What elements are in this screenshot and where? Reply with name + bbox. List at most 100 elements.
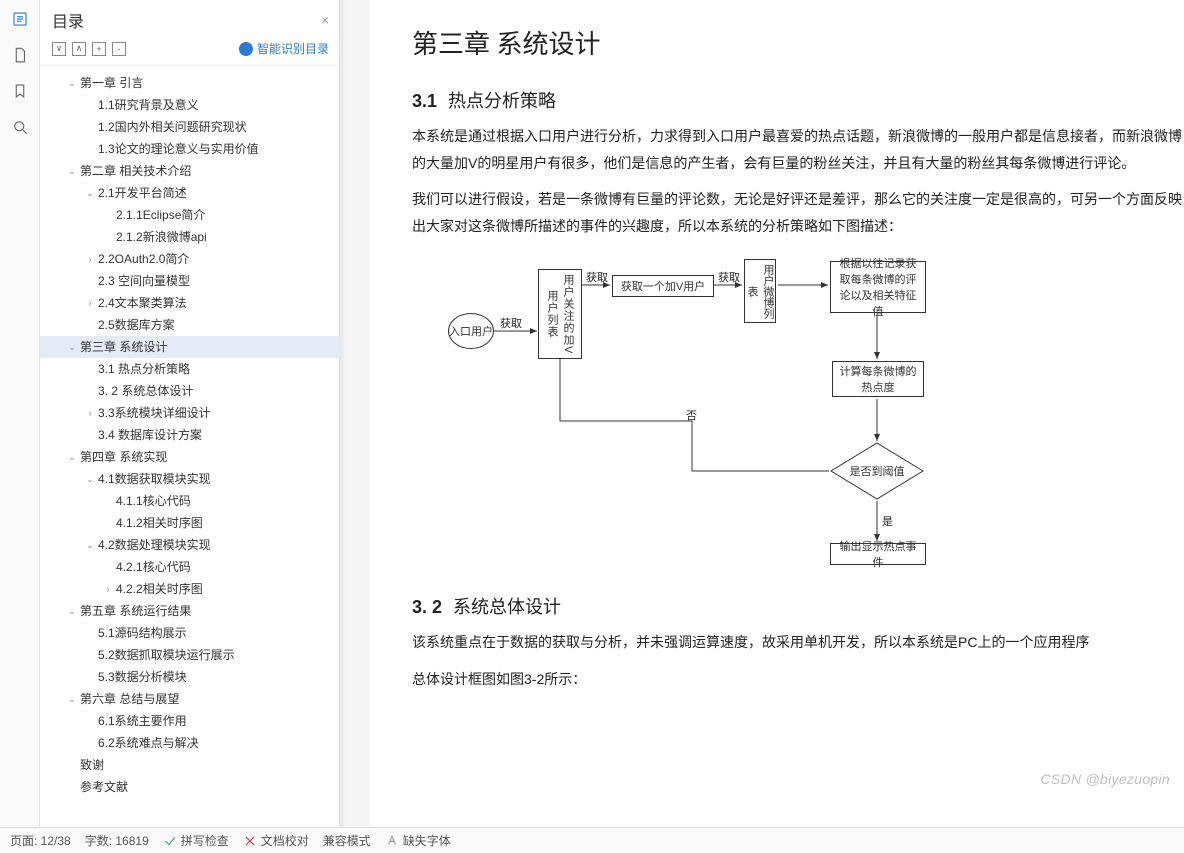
- edge-label: 获取: [500, 315, 522, 331]
- flow-get-one-v: 获取一个加V用户: [612, 275, 714, 297]
- status-spellcheck[interactable]: 拼写检查: [163, 832, 229, 849]
- outline-item[interactable]: ›4.2.2相关时序图: [40, 578, 339, 600]
- status-words[interactable]: 字数: 16819: [85, 832, 149, 849]
- outline-item[interactable]: ·4.1.1核心代码: [40, 490, 339, 512]
- expand-all-button[interactable]: ∧: [72, 42, 86, 56]
- smart-outline-button[interactable]: 智能识别目录: [239, 40, 329, 57]
- outline-item-label: 2.1.2新浪微博api: [116, 228, 207, 246]
- outline-item[interactable]: ·3.4 数据库设计方案: [40, 424, 339, 446]
- outline-item-label: 4.1.2相关时序图: [116, 514, 203, 532]
- chevron-right-icon[interactable]: ›: [84, 253, 96, 265]
- outline-item[interactable]: ·5.2数据抓取模块运行展示: [40, 644, 339, 666]
- outline-item-label: 5.1源码结构展示: [98, 624, 187, 642]
- outline-item[interactable]: ›2.2OAuth2.0简介: [40, 248, 339, 270]
- outline-item[interactable]: ⌄4.1数据获取模块实现: [40, 468, 339, 490]
- flow-threshold: 是否到阈值: [829, 441, 925, 501]
- outline-item[interactable]: ·2.1.1Eclipse简介: [40, 204, 339, 226]
- status-compat[interactable]: 兼容模式: [323, 832, 371, 849]
- outline-item[interactable]: ·1.2国内外相关问题研究现状: [40, 116, 339, 138]
- chevron-down-icon[interactable]: ⌄: [66, 165, 78, 177]
- status-proofread[interactable]: 文档校对: [243, 832, 309, 849]
- outline-item[interactable]: ⌄4.2数据处理模块实现: [40, 534, 339, 556]
- page-icon[interactable]: [11, 46, 29, 64]
- outline-item-label: 3.4 数据库设计方案: [98, 426, 202, 444]
- outline-item[interactable]: ⌄第五章 系统运行结果: [40, 600, 339, 622]
- outline-item[interactable]: ⌄第一章 引言: [40, 72, 339, 94]
- remove-level-button[interactable]: -: [112, 42, 126, 56]
- paragraph: 我们可以进行假设，若是一条微博有巨量的评论数，无论是好评还是差评，那么它的关注度…: [412, 186, 1184, 239]
- outline-item[interactable]: ·致谢: [40, 754, 339, 776]
- flow-listv: 用户关注的加V用户列表: [538, 269, 582, 359]
- outline-item[interactable]: ⌄第三章 系统设计: [40, 336, 339, 358]
- outline-item[interactable]: ·3.1 热点分析策略: [40, 358, 339, 380]
- flow-calc-hot: 计算每条微博的热点度: [832, 361, 924, 397]
- outline-item-label: 1.3论文的理论意义与实用价值: [98, 140, 259, 158]
- document-viewport[interactable]: 第三章 系统设计 3.1 热点分析策略 本系统是通过根据入口用户进行分析，力求得…: [340, 0, 1184, 827]
- chevron-right-icon[interactable]: ›: [84, 407, 96, 419]
- outline-item[interactable]: ·5.1源码结构展示: [40, 622, 339, 644]
- outline-item[interactable]: ·2.1.2新浪微博api: [40, 226, 339, 248]
- outline-item-label: 5.2数据抓取模块运行展示: [98, 646, 235, 664]
- chevron-down-icon[interactable]: ⌄: [66, 605, 78, 617]
- outline-item[interactable]: ·4.2.1核心代码: [40, 556, 339, 578]
- bookmark-icon[interactable]: [11, 82, 29, 100]
- chevron-down-icon[interactable]: ⌄: [84, 187, 96, 199]
- section-3-1-title: 3.1 热点分析策略: [412, 87, 1184, 113]
- outline-item[interactable]: ·2.5数据库方案: [40, 314, 339, 336]
- chevron-down-icon[interactable]: ⌄: [66, 451, 78, 463]
- outline-tree[interactable]: ⌄第一章 引言·1.1研究背景及意义·1.2国内外相关问题研究现状·1.3论文的…: [40, 66, 339, 827]
- outline-item[interactable]: ·4.1.2相关时序图: [40, 512, 339, 534]
- outline-item-label: 1.2国内外相关问题研究现状: [98, 118, 247, 136]
- outline-item[interactable]: ·6.1系统主要作用: [40, 710, 339, 732]
- outline-item-label: 参考文献: [80, 778, 128, 796]
- outline-item-label: 2.4文本聚类算法: [98, 294, 187, 312]
- collapse-all-button[interactable]: ∨: [52, 42, 66, 56]
- close-icon[interactable]: ×: [321, 12, 329, 28]
- smart-outline-label: 智能识别目录: [257, 40, 329, 57]
- outline-item[interactable]: ›3.3系统模块详细设计: [40, 402, 339, 424]
- outline-item[interactable]: ·1.1研究背景及意义: [40, 94, 339, 116]
- outline-item[interactable]: ·5.3数据分析模块: [40, 666, 339, 688]
- status-fonts[interactable]: 缺失字体: [385, 832, 451, 849]
- outline-item[interactable]: ·2.3 空间向量模型: [40, 270, 339, 292]
- flow-weibo-list: 用户微博列表: [744, 259, 776, 323]
- status-bar: 页面: 12/38 字数: 16819 拼写检查 文档校对 兼容模式 缺失字体: [0, 827, 1184, 853]
- chevron-right-icon[interactable]: ›: [102, 583, 114, 595]
- outline-item-label: 3.3系统模块详细设计: [98, 404, 211, 422]
- chevron-down-icon[interactable]: ⌄: [84, 539, 96, 551]
- flow-features: 根据以往记录获取每条微博的评论以及相关特征值: [830, 261, 926, 313]
- outline-item-label: 1.1研究背景及意义: [98, 96, 199, 114]
- chevron-right-icon[interactable]: ›: [84, 297, 96, 309]
- outline-item[interactable]: ⌄第四章 系统实现: [40, 446, 339, 468]
- check-icon: [163, 834, 177, 848]
- outline-item[interactable]: ⌄第二章 相关技术介绍: [40, 160, 339, 182]
- search-icon[interactable]: [11, 118, 29, 136]
- outline-item[interactable]: ·6.2系统难点与解决: [40, 732, 339, 754]
- outline-item-label: 第四章 系统实现: [80, 448, 167, 466]
- outline-item[interactable]: ›2.4文本聚类算法: [40, 292, 339, 314]
- outline-item[interactable]: ⌄2.1开发平台简述: [40, 182, 339, 204]
- outline-item-label: 第三章 系统设计: [80, 338, 167, 356]
- outline-item-label: 2.3 空间向量模型: [98, 272, 190, 290]
- outline-item-label: 3.1 热点分析策略: [98, 360, 190, 378]
- smart-orb-icon: [239, 42, 253, 56]
- chevron-down-icon[interactable]: ⌄: [66, 693, 78, 705]
- outline-item[interactable]: ·参考文献: [40, 776, 339, 798]
- outline-item[interactable]: ·1.3论文的理论意义与实用价值: [40, 138, 339, 160]
- edge-label: 获取: [718, 269, 740, 285]
- outline-item-label: 第五章 系统运行结果: [80, 602, 191, 620]
- outline-item[interactable]: ⌄第六章 总结与展望: [40, 688, 339, 710]
- chevron-down-icon[interactable]: ⌄: [84, 473, 96, 485]
- outline-item[interactable]: ·3. 2 系统总体设计: [40, 380, 339, 402]
- font-icon: [385, 834, 399, 848]
- x-icon: [243, 834, 257, 848]
- outline-item-label: 4.1.1核心代码: [116, 492, 191, 510]
- outline-item-label: 6.2系统难点与解决: [98, 734, 199, 752]
- flowchart: 入口用户 用户关注的加V用户列表 获取一个加V用户 用户微博列表 根据以往记录获…: [442, 251, 1002, 581]
- outline-icon[interactable]: [11, 10, 29, 28]
- outline-item-label: 2.1.1Eclipse简介: [116, 206, 205, 224]
- status-page[interactable]: 页面: 12/38: [10, 832, 71, 849]
- chevron-down-icon[interactable]: ⌄: [66, 77, 78, 89]
- add-level-button[interactable]: +: [92, 42, 106, 56]
- chevron-down-icon[interactable]: ⌄: [66, 341, 78, 353]
